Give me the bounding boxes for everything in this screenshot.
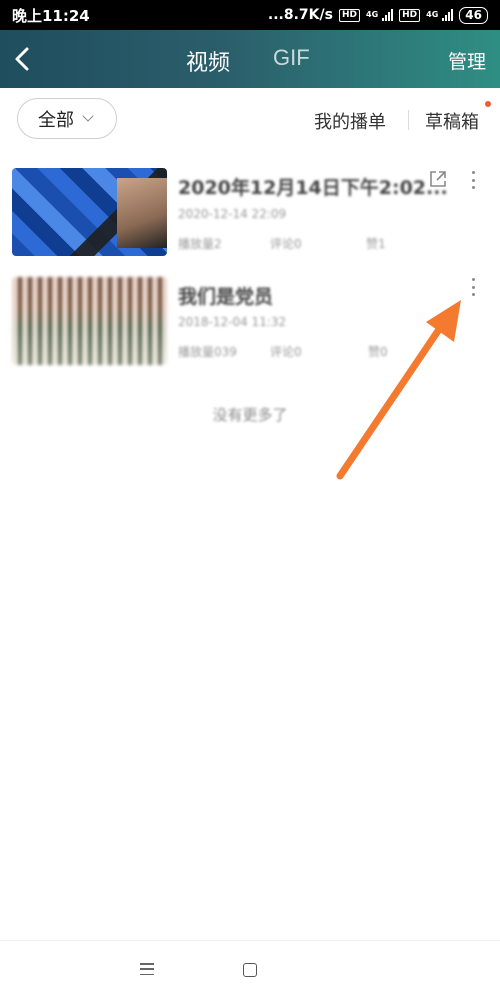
notification-dot: [485, 101, 491, 107]
drafts-link[interactable]: 草稿箱: [425, 108, 479, 134]
menu-icon[interactable]: [140, 963, 154, 975]
annotation-arrow-icon: [336, 300, 461, 480]
video-comments: 评论0: [270, 237, 302, 251]
video-list-item[interactable]: 2020年12月14日下午2:02... 2020-12-14 22:09 播放…: [0, 160, 500, 260]
video-stats: 播放量039 评论0 赞0: [178, 343, 388, 360]
signal-icon: [382, 9, 394, 21]
network-type: 4G: [426, 10, 439, 19]
manage-button[interactable]: 管理: [448, 47, 486, 74]
external-share-icon[interactable]: [428, 169, 448, 189]
network-type: 4G: [366, 10, 379, 19]
chevron-left-icon: [15, 47, 29, 71]
my-playlist-link[interactable]: 我的播单: [314, 108, 386, 134]
filter-bar: 全部 我的播单 草稿箱: [0, 88, 500, 148]
tab-gif[interactable]: GIF: [273, 45, 310, 71]
tab-video[interactable]: 视频: [186, 45, 230, 77]
video-thumbnail[interactable]: [12, 168, 167, 256]
filter-dropdown[interactable]: 全部: [17, 98, 117, 139]
more-vertical-icon[interactable]: [466, 169, 480, 191]
video-likes: 赞0: [368, 345, 388, 359]
divider: [408, 110, 409, 130]
video-likes: 赞1: [366, 237, 386, 251]
video-title[interactable]: 2020年12月14日下午2:02...: [178, 173, 448, 200]
chevron-down-icon: [82, 110, 94, 122]
home-square-icon[interactable]: [243, 963, 257, 977]
system-nav-bar: [0, 940, 500, 1000]
status-time: 晚上11:24: [12, 6, 90, 25]
video-list-item[interactable]: 我们是党员 2018-12-04 11:32 播放量039 评论0 赞0: [0, 270, 500, 370]
video-views: 播放量039: [178, 345, 237, 359]
video-date: 2020-12-14 22:09: [178, 207, 287, 221]
top-header: 视频 GIF 管理: [0, 30, 500, 88]
hd-badge: HD: [399, 8, 421, 22]
video-title[interactable]: 我们是党员: [178, 282, 273, 309]
hd-badge: HD: [338, 8, 360, 22]
status-indicators: ...8.7K/s HD 4G HD 4G 46: [267, 6, 488, 24]
back-button[interactable]: [10, 44, 38, 74]
signal-icon: [442, 9, 454, 21]
video-thumbnail[interactable]: [12, 277, 167, 365]
status-bar: 晚上11:24 ...8.7K/s HD 4G HD 4G 46: [0, 0, 500, 30]
video-stats: 播放量2 评论0 赞1: [178, 235, 386, 252]
video-date: 2018-12-04 11:32: [178, 315, 287, 329]
list-end-text: 没有更多了: [212, 406, 288, 424]
network-speed: ...8.7K/s: [267, 7, 333, 23]
video-comments: 评论0: [270, 345, 302, 359]
video-views: 播放量2: [178, 237, 222, 251]
filter-dropdown-label: 全部: [38, 109, 74, 131]
battery-indicator: 46: [459, 6, 488, 24]
more-vertical-icon[interactable]: [466, 276, 480, 298]
